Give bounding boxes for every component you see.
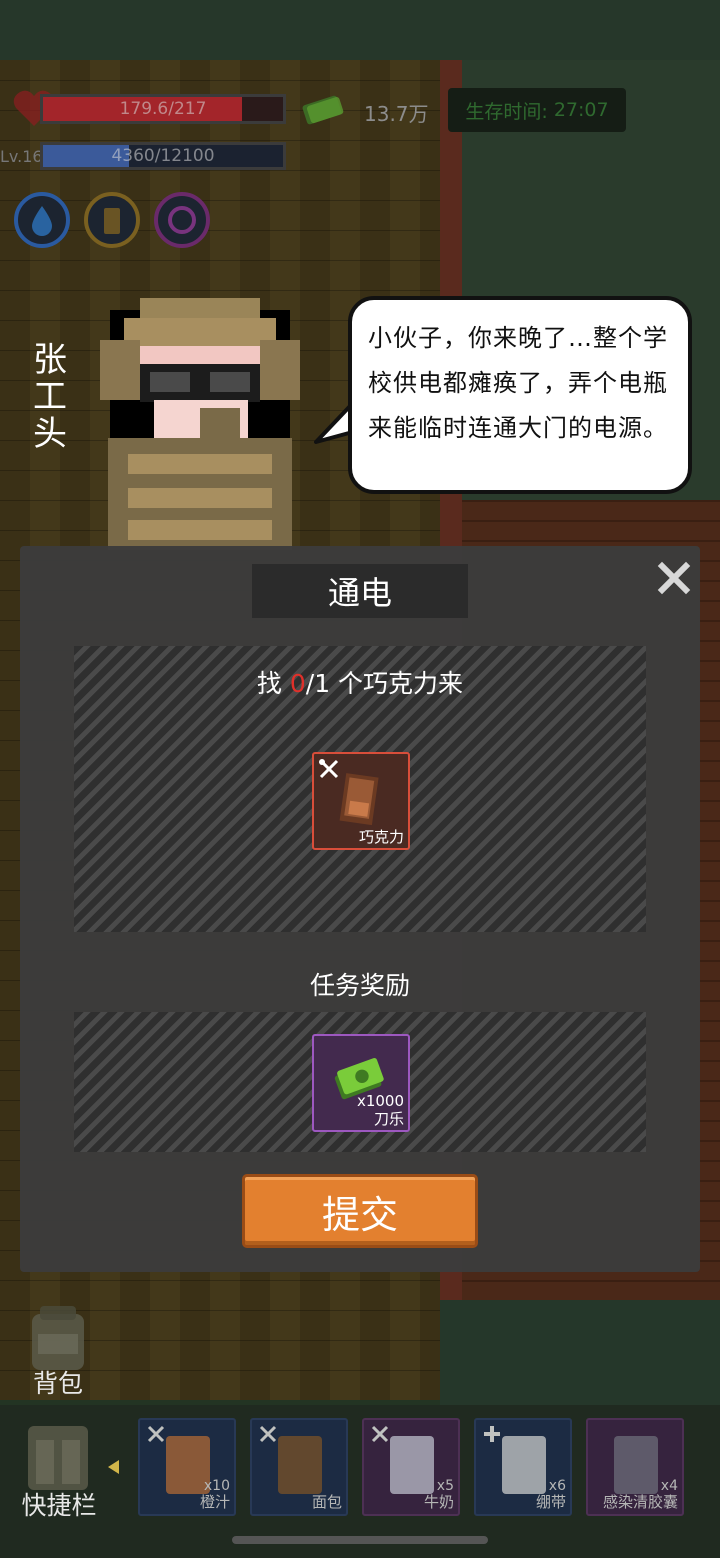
level-label: Lv.16 bbox=[0, 147, 43, 166]
experience-text: 4360/12100 bbox=[111, 146, 215, 166]
reward-panel: x1000 刀乐 bbox=[74, 1012, 646, 1152]
wrench-icon bbox=[370, 1424, 390, 1444]
hotbar-item-name: 橙汁 bbox=[199, 1493, 230, 1511]
reward-item-slot[interactable]: x1000 刀乐 bbox=[312, 1034, 410, 1132]
reward-title: 任务奖励 bbox=[309, 971, 410, 1000]
quest-title: 通电 bbox=[252, 564, 468, 618]
money-amount: 13.7万 bbox=[364, 102, 429, 126]
survival-time: 27:07 bbox=[553, 99, 609, 121]
hotbar-slot[interactable]: 面包 bbox=[250, 1418, 348, 1516]
water-status-icon bbox=[14, 192, 70, 248]
bread-icon bbox=[278, 1436, 322, 1494]
health-bar: 179.6/217 bbox=[40, 94, 286, 124]
wrench-icon bbox=[146, 1424, 166, 1444]
hotbar-slot[interactable]: x6 绷带 bbox=[474, 1418, 572, 1516]
reward-item-name: 刀乐 bbox=[373, 1110, 404, 1128]
hotbar-slot[interactable]: x10 橙汁 bbox=[138, 1418, 236, 1516]
dialog-text: 小伙子，你来晚了…整个学校供电都瘫痪了，弄个电瓶来能临时连通大门的电源。 bbox=[368, 324, 668, 442]
battery-status-icon bbox=[84, 192, 140, 248]
hotbar-item-name: 牛奶 bbox=[423, 1493, 454, 1511]
hotbar-item-name: 感染清胶囊 bbox=[602, 1493, 678, 1511]
survival-label: 生存时间: bbox=[465, 100, 548, 123]
hotbar-slot[interactable]: x5 牛奶 bbox=[362, 1418, 460, 1516]
required-item-name: 巧克力 bbox=[358, 828, 404, 846]
hotbar-item-name: 面包 bbox=[311, 1493, 342, 1511]
grass-patch bbox=[440, 1300, 720, 1410]
speech-bubble: 小伙子，你来晚了…整个学校供电都瘫痪了，弄个电瓶来能临时连通大门的电源。 bbox=[348, 296, 692, 494]
money-icon bbox=[302, 95, 344, 125]
hotbar-item-name: 绷带 bbox=[535, 1493, 566, 1511]
task-description: 找 0/1 个巧克力来 bbox=[74, 664, 646, 700]
milk-icon bbox=[390, 1436, 434, 1494]
task-progress: 0 bbox=[289, 669, 306, 698]
infection-status-icon bbox=[154, 192, 210, 248]
quest-dialog: 通电 找 0/1 个巧克力来 巧克力 任务奖励 x1000 刀乐 提交 bbox=[20, 546, 700, 1272]
hotbar-arrow-icon[interactable] bbox=[108, 1460, 119, 1474]
wrench-icon bbox=[258, 1424, 278, 1444]
reward-quantity: x1000 bbox=[356, 1092, 404, 1110]
health-text: 179.6/217 bbox=[119, 99, 207, 119]
submit-button[interactable]: 提交 bbox=[242, 1174, 478, 1248]
npc-name: 张工头 bbox=[33, 340, 67, 454]
backpack-label[interactable]: 背包 bbox=[22, 1364, 94, 1400]
hotbar-slot[interactable]: x4 感染清胶囊 bbox=[586, 1418, 684, 1516]
bandage-icon bbox=[502, 1436, 546, 1494]
task-suffix: /1 个巧克力来 bbox=[305, 669, 464, 698]
grass-area bbox=[0, 0, 720, 60]
survival-timer: 生存时间: 27:07 bbox=[448, 88, 626, 132]
capsule-icon bbox=[614, 1436, 658, 1494]
plus-icon bbox=[482, 1424, 502, 1444]
experience-bar: 4360/12100 bbox=[40, 142, 286, 170]
task-prefix: 找 bbox=[256, 669, 290, 698]
quickbar-label[interactable]: 快捷栏 bbox=[14, 1486, 104, 1522]
task-panel: 找 0/1 个巧克力来 巧克力 bbox=[74, 646, 646, 932]
close-icon[interactable] bbox=[654, 558, 694, 598]
home-indicator[interactable] bbox=[232, 1536, 488, 1544]
npc-portrait bbox=[100, 298, 300, 550]
required-item-slot[interactable]: 巧克力 bbox=[312, 752, 410, 850]
